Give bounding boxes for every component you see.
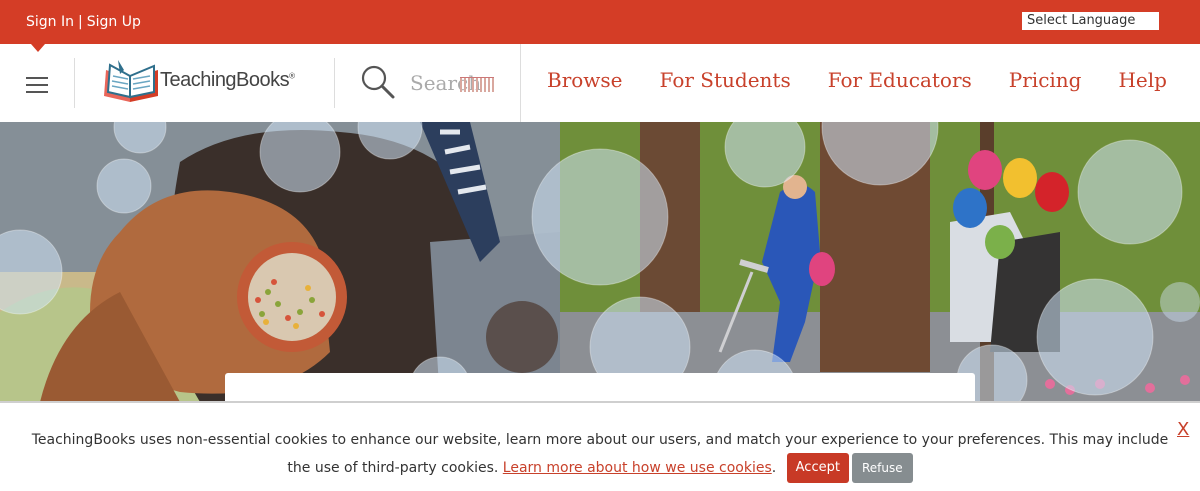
sign-in-link[interactable]: Sign In xyxy=(26,14,74,30)
nav-help[interactable]: Help xyxy=(1118,68,1166,92)
nav-links: Browse For Students For Educators Pricin… xyxy=(547,68,1200,92)
language-select[interactable]: Select Language xyxy=(1022,12,1159,30)
nav-divider xyxy=(520,44,521,122)
main-nav: TeachingBooks® Browse For Students For E… xyxy=(0,44,1200,123)
accept-button[interactable]: Accept xyxy=(786,453,849,483)
nav-browse[interactable]: Browse xyxy=(547,68,623,92)
nav-for-educators[interactable]: For Educators xyxy=(828,68,972,92)
nav-divider xyxy=(74,58,75,108)
nav-divider xyxy=(334,58,335,108)
hero-collage-image xyxy=(0,122,1200,402)
search-overlay-mark xyxy=(460,77,494,92)
search-icon[interactable] xyxy=(360,64,396,100)
hero-illustration xyxy=(0,122,1200,402)
logo-name: TeachingBooks xyxy=(160,69,290,91)
auth-links: Sign In | Sign Up xyxy=(26,14,141,30)
refuse-button[interactable]: Refuse xyxy=(851,453,913,483)
menu-icon[interactable] xyxy=(26,77,48,93)
cookie-period: . xyxy=(771,460,777,476)
cookie-message: TeachingBooks uses non-essential cookies… xyxy=(20,427,1180,483)
cookie-policy-link[interactable]: Learn more about how we use cookies xyxy=(503,460,772,476)
cookie-banner: X TeachingBooks uses non-essential cooki… xyxy=(0,401,1200,491)
topbar-caret xyxy=(31,44,45,52)
top-bar: Sign In | Sign Up Select Language xyxy=(0,0,1200,44)
sign-up-link[interactable]: Sign Up xyxy=(87,14,141,30)
site-logo[interactable]: TeachingBooks® xyxy=(100,56,312,112)
logo-registered-mark: ® xyxy=(289,71,295,81)
nav-for-students[interactable]: For Students xyxy=(660,68,791,92)
open-book-logo-icon xyxy=(104,60,158,102)
nav-pricing[interactable]: Pricing xyxy=(1009,68,1082,92)
auth-separator: | xyxy=(78,14,83,30)
logo-text: TeachingBooks® xyxy=(160,69,295,92)
